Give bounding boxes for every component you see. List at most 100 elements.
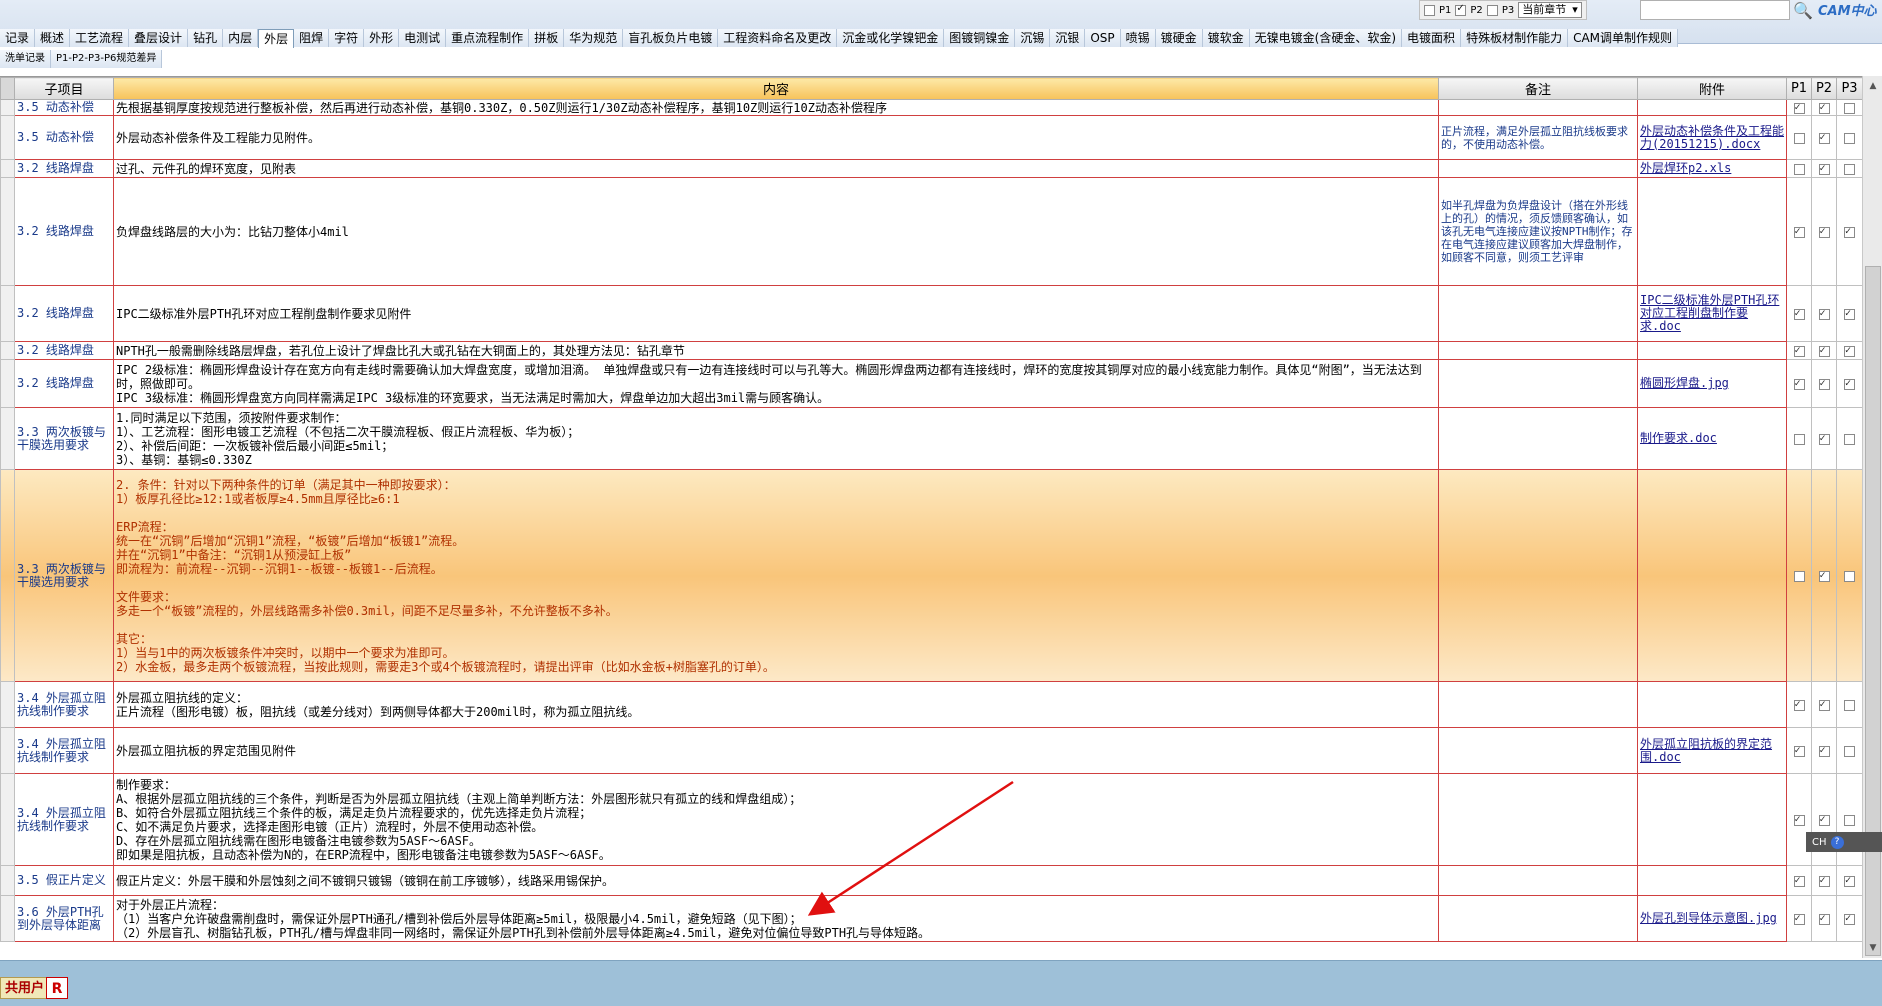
- tab-10[interactable]: 电测试: [399, 29, 447, 47]
- p2-checkbox[interactable]: [1818, 813, 1830, 827]
- cell-note[interactable]: [1438, 469, 1638, 682]
- help-icon[interactable]: ?: [1830, 835, 1844, 849]
- table-row[interactable]: 3.4 外层孤立阻抗线制作要求 制作要求： A、根据外层孤立阻抗线的三个条件，判断…: [0, 773, 1862, 866]
- tab-secondary-1[interactable]: P1-P2-P3-P6规范差异: [51, 49, 163, 68]
- tab-18[interactable]: 沉锡: [1015, 29, 1051, 47]
- table-row[interactable]: 3.2 线路焊盘 负焊盘线路层的大小为：比钻刀整体小4mil 如半孔焊盘为负焊盘设计…: [0, 177, 1862, 286]
- table-row[interactable]: 3.5 动态补偿 外层动态补偿条件及工程能力见附件。 正片流程，满足外层孤立阻抗线板…: [0, 115, 1862, 160]
- p2-checkbox[interactable]: [1818, 344, 1830, 358]
- row-header[interactable]: [0, 115, 15, 160]
- cell-attachment-link[interactable]: [1637, 469, 1787, 682]
- col-header-p2[interactable]: P2: [1811, 77, 1837, 100]
- row-header[interactable]: [0, 159, 15, 178]
- cell-sub-item[interactable]: 3.3 两次板镀与干膜选用要求: [14, 407, 114, 470]
- table-row[interactable]: 3.3 两次板镀与干膜选用要求 2. 条件：针对以下两种条件的订单（满足其中一种即…: [0, 469, 1862, 682]
- tab-0[interactable]: 记录: [0, 29, 36, 47]
- p3-checkbox[interactable]: [1844, 745, 1855, 757]
- cell-content[interactable]: NPTH孔一般需删除线路层焊盘，若孔位上设计了焊盘比孔大或孔钻在大铜面上的，其处…: [113, 341, 1439, 360]
- table-row[interactable]: 3.4 外层孤立阻抗线制作要求 外层孤立阻抗线的定义： 正片流程（图形电镀）板，阻…: [0, 681, 1862, 728]
- p1-checkbox[interactable]: [1793, 433, 1805, 445]
- p1-checkbox[interactable]: [1793, 377, 1805, 391]
- cell-p2-checkbox[interactable]: [1811, 727, 1837, 774]
- cell-p3-checkbox[interactable]: [1836, 159, 1862, 178]
- cell-sub-item[interactable]: 3.4 外层孤立阻抗线制作要求: [14, 681, 114, 728]
- cell-attachment-link[interactable]: 外层焊环p2.xls: [1637, 159, 1787, 178]
- cell-sub-item[interactable]: 3.2 线路焊盘: [14, 285, 114, 342]
- row-header-corner[interactable]: [0, 77, 15, 100]
- row-header[interactable]: [0, 681, 15, 728]
- p2-checkbox[interactable]: [1818, 307, 1830, 321]
- cell-p3-checkbox[interactable]: [1836, 359, 1862, 408]
- p1-checkbox[interactable]: [1793, 912, 1805, 926]
- cell-p1-checkbox[interactable]: [1786, 177, 1812, 286]
- p3-checkbox[interactable]: [1844, 102, 1855, 114]
- tab-21[interactable]: 喷锡: [1120, 29, 1156, 47]
- p2-checkbox[interactable]: [1818, 569, 1830, 583]
- cell-attachment-link[interactable]: 制作要求.doc: [1637, 407, 1787, 470]
- row-header[interactable]: [0, 99, 15, 116]
- search-input[interactable]: [1640, 0, 1790, 20]
- p1-checkbox[interactable]: [1793, 344, 1805, 358]
- cell-note[interactable]: [1438, 99, 1638, 116]
- tab-15[interactable]: 工程资料命名及更改: [718, 29, 838, 47]
- table-row[interactable]: 3.2 线路焊盘 IPC二级标准外层PTH孔环对应工程削盘制作要求见附件 IPC二级…: [0, 285, 1862, 342]
- table-row[interactable]: 3.2 线路焊盘 NPTH孔一般需删除线路层焊盘，若孔位上设计了焊盘比孔大或孔钻在…: [0, 341, 1862, 360]
- tab-5[interactable]: 内层: [223, 29, 259, 47]
- table-row[interactable]: 3.2 线路焊盘 IPC 2级标准：椭圆形焊盘设计存在宽方向有走线时需要确认加大焊…: [0, 359, 1862, 408]
- cell-content[interactable]: 1.同时满足以下范围，须按附件要求制作： 1）、工艺流程：图形电镀工艺流程（不包…: [113, 407, 1439, 470]
- cell-note[interactable]: [1438, 159, 1638, 178]
- cell-p1-checkbox[interactable]: [1786, 285, 1812, 342]
- cell-content[interactable]: IPC 2级标准：椭圆形焊盘设计存在宽方向有走线时需要确认加大焊盘宽度，或增加泪…: [113, 359, 1439, 408]
- p1-checkbox[interactable]: [1793, 101, 1805, 115]
- cell-content[interactable]: 负焊盘线路层的大小为：比钻刀整体小4mil: [113, 177, 1439, 286]
- cell-p2-checkbox[interactable]: [1811, 285, 1837, 342]
- col-header-attachment[interactable]: 附件: [1637, 77, 1787, 100]
- cell-note[interactable]: [1438, 895, 1638, 942]
- p3-filter-checkbox[interactable]: [1486, 4, 1498, 16]
- tab-12[interactable]: 拼板: [529, 29, 565, 47]
- cell-attachment-link[interactable]: IPC二级标准外层PTH孔环对应工程削盘制作要求.doc: [1637, 285, 1787, 342]
- p3-checkbox[interactable]: [1844, 433, 1855, 445]
- row-header[interactable]: [0, 727, 15, 774]
- search-icon[interactable]: 🔍: [1792, 0, 1814, 22]
- cell-content[interactable]: 外层孤立阻抗板的界定范围见附件: [113, 727, 1439, 774]
- cell-content[interactable]: 假正片定义：外层干膜和外层蚀刻之间不镀铜只镀锡（镀铜在前工序镀够），线路采用锡保…: [113, 865, 1439, 896]
- col-header-content[interactable]: 内容: [113, 77, 1439, 100]
- cell-note[interactable]: [1438, 865, 1638, 896]
- cell-sub-item[interactable]: 3.2 线路焊盘: [14, 341, 114, 360]
- cell-p3-checkbox[interactable]: [1836, 99, 1862, 116]
- cell-p3-checkbox[interactable]: [1836, 865, 1862, 896]
- cell-note[interactable]: [1438, 341, 1638, 360]
- cell-note[interactable]: [1438, 407, 1638, 470]
- cell-p2-checkbox[interactable]: [1811, 469, 1837, 682]
- col-header-note[interactable]: 备注: [1438, 77, 1638, 100]
- row-header[interactable]: [0, 865, 15, 896]
- tab-17[interactable]: 图镀铜镍金: [944, 29, 1016, 47]
- tab-27[interactable]: CAM调单制作规则: [1568, 29, 1679, 47]
- p1-checkbox[interactable]: [1793, 813, 1805, 827]
- cell-sub-item[interactable]: 3.2 线路焊盘: [14, 177, 114, 286]
- cell-p3-checkbox[interactable]: [1836, 341, 1862, 360]
- cell-attachment-link[interactable]: [1637, 341, 1787, 360]
- p3-checkbox[interactable]: [1844, 377, 1855, 391]
- cell-p3-checkbox[interactable]: [1836, 407, 1862, 470]
- cell-attachment-link[interactable]: [1637, 681, 1787, 728]
- cell-sub-item[interactable]: 3.5 动态补偿: [14, 99, 114, 116]
- p2-filter-checkbox[interactable]: [1455, 3, 1467, 16]
- cell-p1-checkbox[interactable]: [1786, 359, 1812, 408]
- cell-attachment-link[interactable]: 外层孤立阻抗板的界定范围.doc: [1637, 727, 1787, 774]
- cell-note[interactable]: 如半孔焊盘为负焊盘设计（搭在外形线上的孔）的情况，须反馈顾客确认，如该孔无电气连…: [1438, 177, 1638, 286]
- tab-19[interactable]: 沉银: [1050, 29, 1086, 47]
- cell-p2-checkbox[interactable]: [1811, 115, 1837, 160]
- cell-sub-item[interactable]: 3.5 动态补偿: [14, 115, 114, 160]
- p3-checkbox[interactable]: [1844, 225, 1855, 239]
- cell-sub-item[interactable]: 3.2 线路焊盘: [14, 159, 114, 178]
- p1-checkbox[interactable]: [1793, 225, 1805, 239]
- table-row[interactable]: 3.3 两次板镀与干膜选用要求 1.同时满足以下范围，须按附件要求制作： 1）、工…: [0, 407, 1862, 470]
- table-row[interactable]: 3.2 线路焊盘 过孔、元件孔的焊环宽度，见附表 外层焊环p2.xls: [0, 159, 1862, 178]
- p2-checkbox[interactable]: [1818, 162, 1830, 176]
- cell-p1-checkbox[interactable]: [1786, 407, 1812, 470]
- cell-p2-checkbox[interactable]: [1811, 177, 1837, 286]
- row-header[interactable]: [0, 341, 15, 360]
- cell-note[interactable]: [1438, 285, 1638, 342]
